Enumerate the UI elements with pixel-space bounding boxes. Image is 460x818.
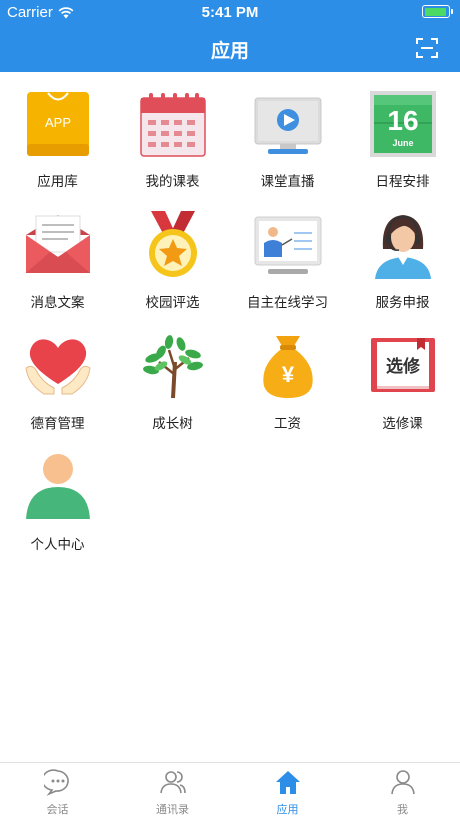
tab-label: 我 (397, 804, 408, 816)
app-label: 个人中心 (30, 537, 85, 552)
profile-icon (390, 770, 415, 795)
scan-icon[interactable] (416, 38, 438, 58)
home-icon (275, 771, 300, 794)
schedule-day: 16 (387, 105, 418, 136)
status-bar: Carrier 5:41 PM (0, 0, 460, 24)
app-label: 成长树 (152, 416, 193, 431)
schedule-month: June (392, 138, 413, 148)
calendar-icon (140, 93, 206, 157)
app-label: 选修课 (382, 416, 423, 431)
battery-icon (422, 5, 453, 18)
live-class-icon (254, 97, 322, 154)
tab-label: 应用 (276, 804, 299, 816)
tab-apps[interactable]: 应用 (230, 763, 345, 818)
app-label: 服务申报 (375, 295, 430, 310)
tab-me[interactable]: 我 (345, 763, 460, 818)
app-tile-schedule[interactable]: 16 June 日程安排 (345, 86, 460, 207)
heart-hands-icon (25, 339, 91, 395)
tab-contacts[interactable]: 通讯录 (115, 763, 230, 818)
app-tile-elective[interactable]: 选修 选修课 (345, 328, 460, 449)
app-tile-moral-education[interactable]: 德育管理 (0, 328, 115, 449)
app-label: 德育管理 (30, 416, 85, 431)
app-tile-salary[interactable]: ¥ 工资 (230, 328, 345, 449)
online-learning-icon (254, 216, 322, 274)
app-tile-online-learning[interactable]: 自主在线学习 (230, 207, 345, 328)
contacts-icon (159, 771, 186, 794)
app-label: 工资 (274, 416, 301, 431)
app-tile-my-timetable[interactable]: 我的课表 (115, 86, 230, 207)
app-tile-live-class[interactable]: 课堂直播 (230, 86, 345, 207)
app-tile-campus-selection[interactable]: 校园评选 (115, 207, 230, 328)
app-label: 校园评选 (145, 295, 200, 310)
mail-icon (26, 215, 90, 273)
app-label: 课堂直播 (260, 174, 315, 189)
elective-book-text: 选修 (386, 356, 421, 377)
app-label: 自主在线学习 (247, 295, 328, 310)
tree-icon (143, 335, 203, 398)
app-tile-personal-center[interactable]: 个人中心 (0, 449, 115, 570)
schedule-icon: 16 June (370, 91, 436, 157)
money-symbol: ¥ (282, 362, 295, 387)
app-grid: APP 应用库 我的课表 课堂直播 16 June 日程安排 消息文案 校园评选… (0, 86, 460, 570)
app-tile-growth-tree[interactable]: 成长树 (115, 328, 230, 449)
medal-icon (149, 211, 197, 277)
app-badge-text: APP (45, 115, 71, 130)
app-tile-app-store[interactable]: APP 应用库 (0, 86, 115, 207)
app-label: 我的课表 (145, 174, 200, 189)
app-label: 应用库 (37, 174, 78, 189)
tab-bar: 会话 通讯录 应用 我 (0, 762, 460, 818)
elective-book-icon: 选修 (371, 338, 435, 392)
clock: 5:41 PM (201, 4, 259, 21)
tab-label: 会话 (46, 804, 69, 816)
tab-label: 通讯录 (156, 804, 189, 816)
app-label: 日程安排 (375, 174, 430, 189)
service-agent-icon (375, 215, 431, 279)
money-bag-icon: ¥ (263, 336, 313, 398)
page-title: 应用 (210, 41, 249, 62)
app-label: 消息文案 (30, 295, 85, 310)
app-tile-service-report[interactable]: 服务申报 (345, 207, 460, 328)
tab-chat[interactable]: 会话 (0, 763, 115, 818)
top-bar: Carrier 5:41 PM 应用 (0, 0, 460, 72)
app-tile-messages[interactable]: 消息文案 (0, 207, 115, 328)
app-store-icon: APP (27, 92, 89, 156)
chat-icon (43, 769, 69, 796)
person-icon (26, 454, 90, 519)
